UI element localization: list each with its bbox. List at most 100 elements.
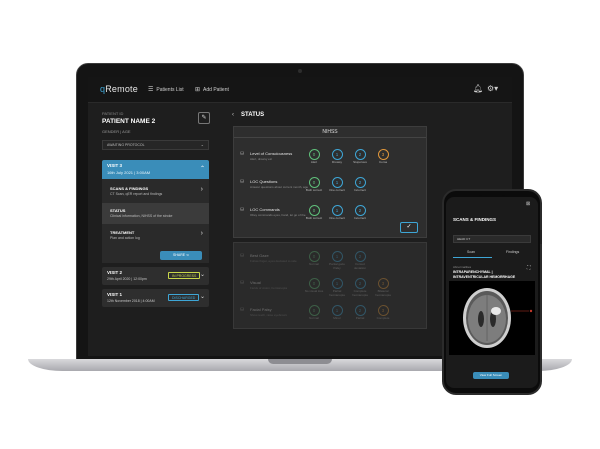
score-label: Minor <box>333 316 341 320</box>
score-circle: 1 <box>331 149 343 160</box>
score-option-1a-2[interactable]: 2 Stuporous <box>350 149 370 165</box>
score-circle: 1 <box>331 305 343 316</box>
view-full-screen-button[interactable]: View Full Screen <box>473 372 509 379</box>
question-icon: ⛁ <box>240 307 245 313</box>
score-option-1a-1[interactable]: 1 Drowsy <box>327 149 347 165</box>
score-label: Normal <box>309 316 319 320</box>
menu-treatment[interactable]: TREATMENT Plan and action log › <box>102 225 209 246</box>
score-circle: 3 <box>377 278 389 289</box>
nihss-title: NIHSS <box>234 127 426 138</box>
score-option-3-1[interactable]: 1 Partial hemianopia <box>327 278 347 297</box>
share-icon: ⋖ <box>186 253 189 257</box>
share-button[interactable]: SHARE ⋖ <box>160 251 202 260</box>
menu-status[interactable]: STATUS Clinical information, NIHSS of th… <box>102 203 209 224</box>
camera-dot <box>298 69 302 73</box>
patient-id-label: PATIENT ID <box>102 111 124 116</box>
visit-3-header[interactable]: VISIT 3 16th July 2021 | 3:00AM ⌃ <box>102 160 209 179</box>
back-chevron-icon[interactable]: ‹ <box>232 112 234 118</box>
question-title: Facial Palsy <box>250 307 272 312</box>
patient-name: PATIENT NAME 2 <box>102 118 156 125</box>
score-label: Alert <box>310 160 318 164</box>
chevron-down-icon: ⌄ <box>200 142 204 147</box>
finding-text: INTRAPARENCHYMAL | INTRAVENTRICULAR HEMO… <box>453 270 516 279</box>
score-label: Drowsy <box>331 160 342 164</box>
tab-scan[interactable]: Scan <box>467 250 475 254</box>
score-option-2-1[interactable]: 1 Partial gaze Palsy <box>327 251 347 270</box>
question-icon: ⛁ <box>240 280 245 286</box>
question-title: Best Gaze <box>250 253 269 258</box>
visit-2-header[interactable]: VISIT 2 29th April 2020 | 12:00pm IN PRO… <box>102 267 209 285</box>
score-label: Partial <box>355 316 365 320</box>
close-icon[interactable]: ⊠ <box>526 201 530 207</box>
phone-side-button <box>540 230 542 244</box>
chevron-right-icon: › <box>200 186 203 193</box>
score-option-1a-0[interactable]: 0 Alert <box>304 149 324 165</box>
score-label: Incorrect <box>354 216 366 220</box>
score-option-1c-0[interactable]: 0 Both correct <box>304 205 324 221</box>
chevron-down-icon: ⌄ <box>199 272 205 278</box>
edit-patient-button[interactable]: ✎ <box>198 112 210 124</box>
expand-icon[interactable]: ⛶ <box>527 265 531 271</box>
score-circle: 0 <box>308 177 320 188</box>
menu-scans-findings[interactable]: SCANS & FINDINGS CT Scan, qER report and… <box>102 181 209 202</box>
status-badge: DISCHARGED <box>168 294 200 301</box>
score-label: Complete <box>376 316 390 320</box>
score-label: Both correct <box>305 188 323 192</box>
score-option-2-0[interactable]: 0 Normal <box>304 251 324 267</box>
score-option-2-2[interactable]: 2 Forced deviation <box>350 251 370 270</box>
question-subtitle: Answer questions about current month, ag… <box>250 185 309 189</box>
phone-title: SCANS & FINDINGS <box>453 217 497 222</box>
score-option-1b-2[interactable]: 2 Incorrect <box>350 177 370 193</box>
question-subtitle: Obey commands eyes, hand, let go of the <box>250 213 306 217</box>
score-option-1c-1[interactable]: 1 One correct <box>327 205 347 221</box>
question-icon: ⛁ <box>240 151 245 157</box>
score-label: Incorrect <box>354 188 366 192</box>
ct-scan-image <box>449 281 535 355</box>
score-label: Partial gaze Palsy <box>329 262 345 270</box>
score-circle: 0 <box>308 205 320 216</box>
score-option-1a-3[interactable]: 3 Coma <box>373 149 393 165</box>
laptop-base-notch <box>268 359 332 364</box>
score-circle: 2 <box>354 278 366 289</box>
score-label: Bilateral hemianopia <box>375 289 391 297</box>
settings-gear-icon[interactable]: ⚙▾ <box>487 84 498 93</box>
confirm-check-button[interactable]: ✓ <box>400 222 418 233</box>
patient-panel: PATIENT ID PATIENT NAME 2 GENDER | AGE ✎… <box>88 104 222 356</box>
nav-add-patient[interactable]: ⊞ Add Patient <box>195 86 229 94</box>
status-title: STATUS <box>241 112 265 118</box>
tab-findings[interactable]: Findings <box>506 250 519 254</box>
score-label: Partial hemianopia <box>329 289 345 297</box>
score-circle: 2 <box>354 149 366 160</box>
notification-bell-icon[interactable]: 🔔︎ <box>473 84 483 93</box>
top-bar: qRemote ☰ Patients List ⊞ Add Patient 🔔︎… <box>88 77 512 103</box>
app-logo[interactable]: qRemote <box>100 84 138 94</box>
score-option-4-1[interactable]: 1 Minor <box>327 305 347 321</box>
status-badge: IN PROGRESS <box>168 272 201 279</box>
phone-screen: ⊠ SCANS & FINDINGS HEAD CT Scan Findings… <box>446 197 538 388</box>
scan-type-select[interactable]: HEAD CT <box>453 235 531 243</box>
score-option-4-3[interactable]: 3 Complete <box>373 305 393 321</box>
score-option-4-0[interactable]: 0 Normal <box>304 305 324 321</box>
patient-gender-age: GENDER | AGE <box>102 129 131 134</box>
score-circle: 2 <box>354 251 366 262</box>
score-label: No visual loss <box>304 289 324 293</box>
finding-label: Abnormalities <box>453 265 472 269</box>
score-option-3-3[interactable]: 3 Bilateral hemianopia <box>373 278 393 297</box>
chevron-right-icon: › <box>200 230 203 237</box>
nav-patients-list[interactable]: ☰ Patients List <box>148 86 184 94</box>
score-option-1b-0[interactable]: 0 Both correct <box>304 177 324 193</box>
question-icon: ⛁ <box>240 253 245 259</box>
question-title: Level of Consciousness <box>250 151 293 156</box>
score-option-1b-1[interactable]: 1 One correct <box>327 177 347 193</box>
score-label: One correct <box>329 188 345 192</box>
score-option-1c-2[interactable]: 2 Incorrect <box>350 205 370 221</box>
score-option-4-2[interactable]: 2 Partial <box>350 305 370 321</box>
protocol-dropdown[interactable]: AWAITING PROTOCOL ⌄ <box>102 140 209 150</box>
add-patient-icon: ⊞ <box>195 87 201 93</box>
visit-1-header[interactable]: VISIT 1 12th November 2018 | 4:00AM DISC… <box>102 289 209 307</box>
score-option-3-2[interactable]: 2 Complete hemianopia <box>350 278 370 297</box>
score-label: Normal <box>309 262 319 266</box>
score-option-3-0[interactable]: 0 No visual loss <box>304 278 324 294</box>
score-circle: 0 <box>308 251 320 262</box>
list-icon: ☰ <box>148 87 154 93</box>
